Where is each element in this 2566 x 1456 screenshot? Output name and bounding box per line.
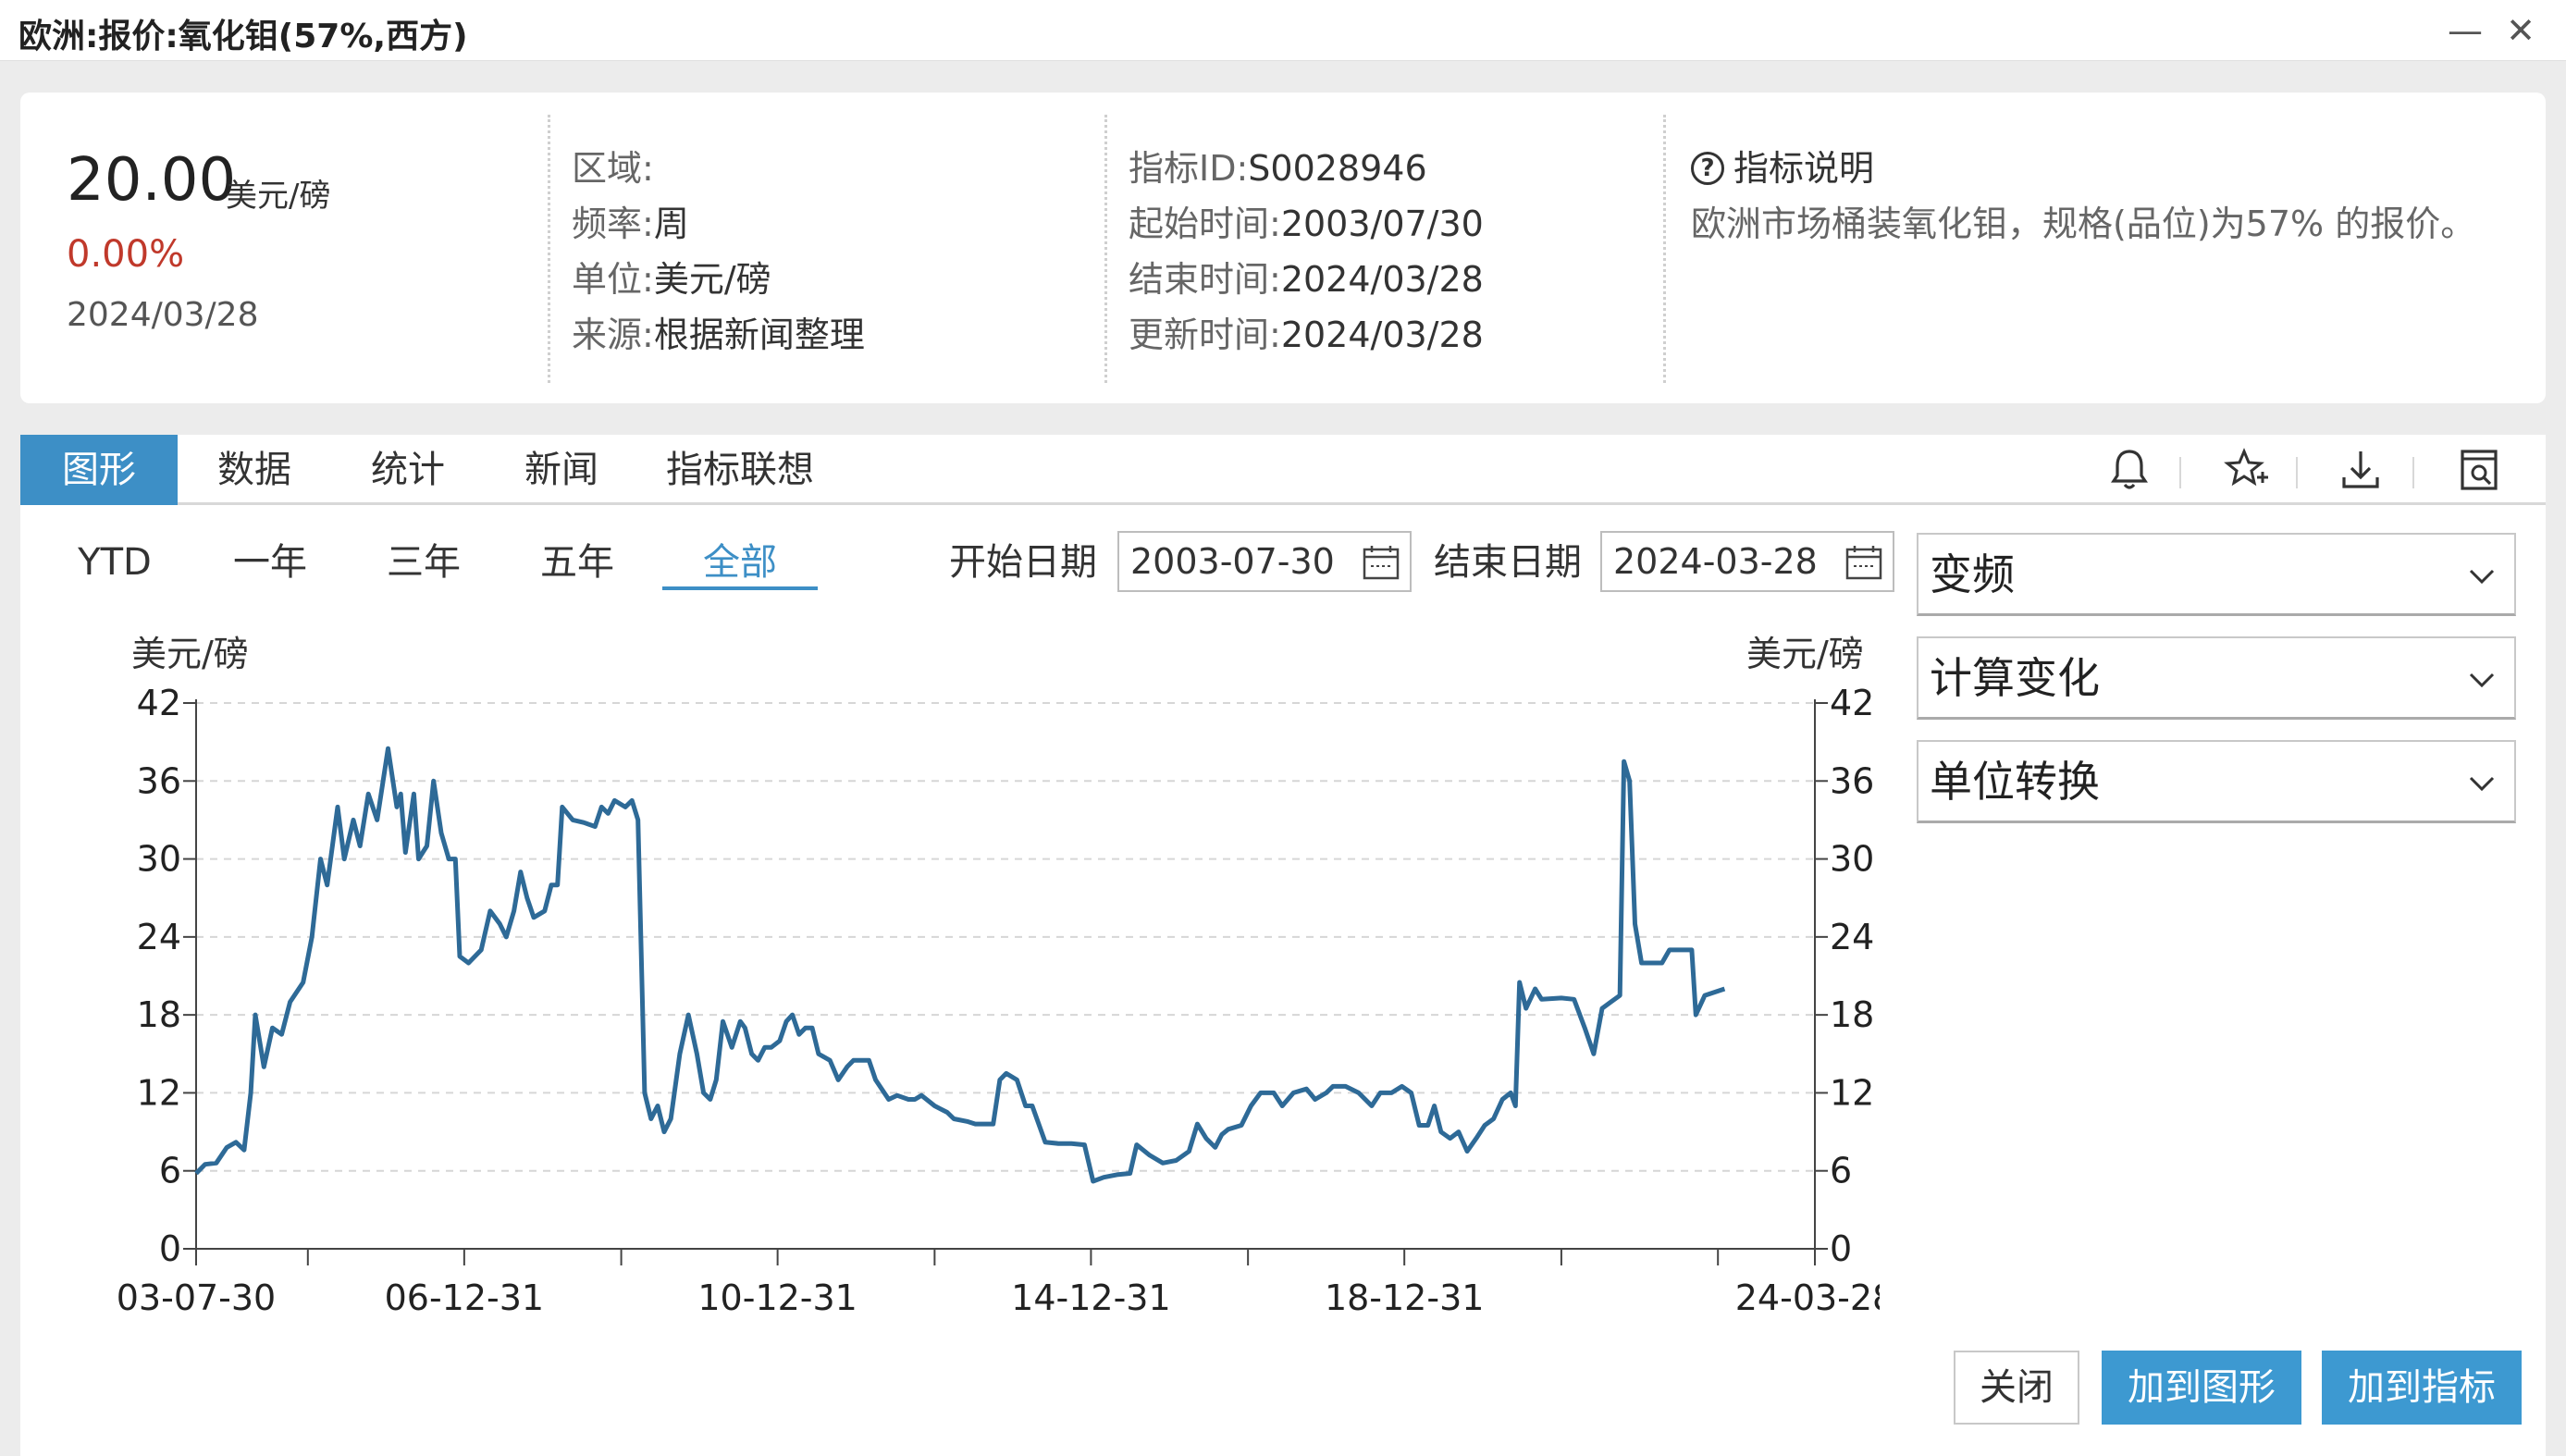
- range-3y[interactable]: 三年: [368, 535, 479, 590]
- tab-chart[interactable]: 图形: [20, 435, 178, 505]
- tab-data[interactable]: 数据: [178, 435, 331, 505]
- meta-end-time: 结束时间:2024/03/28: [1129, 259, 1484, 300]
- tab-related-indicators[interactable]: 指标联想: [638, 435, 842, 505]
- tab-bar: 图形 数据 统计 新闻 指标联想: [20, 435, 2546, 505]
- series-line: [194, 746, 1726, 1184]
- latest-price: 20.00: [67, 146, 237, 215]
- y-tick-label-right: 6: [1830, 1151, 1852, 1191]
- y-tick-label-left: 24: [137, 917, 181, 957]
- y-tick-label-left: 30: [137, 839, 181, 880]
- preview-icon[interactable]: [2453, 444, 2505, 496]
- chevron-down-icon: [2469, 569, 2495, 585]
- y-axis-label-left: 美元/磅: [131, 634, 249, 674]
- y-tick-label-right: 42: [1830, 683, 1874, 723]
- minimize-button[interactable]: —: [2442, 7, 2488, 54]
- x-tick-label: 03-07-30: [117, 1277, 276, 1318]
- y-tick-label-right: 36: [1830, 760, 1874, 801]
- x-tick-label: 18-12-31: [1325, 1277, 1484, 1318]
- line-chart: 0 0 6 6 12 12 18 18 24 24 30 30 36 36 42 42 美元/磅 美元/磅 03-0…: [117, 634, 1880, 1318]
- chevron-down-icon: [2469, 776, 2495, 792]
- divider: [1663, 115, 1666, 383]
- y-tick-label-left: 12: [137, 1072, 181, 1113]
- x-tick-label: 06-12-31: [385, 1277, 544, 1318]
- y-tick-label-left: 6: [159, 1151, 181, 1191]
- range-ytd[interactable]: YTD: [59, 535, 170, 590]
- unit-convert-dropdown[interactable]: 单位转换: [1917, 740, 2516, 823]
- meta-right: 指标ID:S0028946 起始时间:2003/07/30 结束时间:2024/…: [1129, 141, 1484, 363]
- y-tick-label-right: 0: [1830, 1228, 1852, 1269]
- frequency-dropdown[interactable]: 变频: [1917, 533, 2516, 616]
- y-tick-label-left: 42: [137, 683, 181, 723]
- end-date-label: 结束日期: [1434, 541, 1582, 584]
- divider: [1104, 115, 1107, 383]
- meta-left: 区域: 频率:周 单位:美元/磅 来源:根据新闻整理: [572, 141, 865, 363]
- add-to-indicator-button[interactable]: 加到指标: [2322, 1351, 2522, 1425]
- main-panel: 图形 数据 统计 新闻 指标联想 YTD 一年 三年 五年 全部 开始日期 20…: [20, 435, 2546, 1456]
- range-1y[interactable]: 一年: [215, 535, 326, 590]
- price-date: 2024/03/28: [67, 296, 259, 334]
- y-tick-label-right: 12: [1830, 1072, 1874, 1113]
- y-tick-label-left: 18: [137, 994, 181, 1035]
- help-description: 欧洲市场桶装氧化钼，规格(品位)为57% 的报价。: [1691, 204, 2476, 244]
- indicator-help: ? 指标说明 欧洲市场桶装氧化钼，规格(品位)为57% 的报价。: [1691, 141, 2475, 252]
- window-title: 欧洲:报价:氧化钼(57%,西方): [19, 18, 468, 56]
- help-circle-icon: ?: [1691, 152, 1724, 185]
- calc-change-dropdown[interactable]: 计算变化: [1917, 636, 2516, 720]
- price-unit: 美元/磅: [226, 178, 331, 215]
- start-date-label: 开始日期: [949, 541, 1097, 584]
- add-to-chart-button[interactable]: 加到图形: [2102, 1351, 2301, 1425]
- meta-frequency: 频率:周: [572, 204, 689, 244]
- close-window-button[interactable]: ✕: [2498, 7, 2544, 54]
- title-bar: 欧洲:报价:氧化钼(57%,西方) — ✕: [0, 0, 2566, 61]
- close-button[interactable]: 关闭: [1954, 1351, 2079, 1425]
- chevron-down-icon: [2469, 672, 2495, 688]
- range-all[interactable]: 全部: [662, 535, 818, 590]
- x-tick-label: 14-12-31: [1011, 1277, 1170, 1318]
- meta-region: 区域:: [572, 148, 654, 189]
- x-tick-label: 24-03-28: [1735, 1277, 1880, 1318]
- help-title-row[interactable]: ? 指标说明: [1691, 141, 2475, 196]
- calendar-icon[interactable]: [1362, 544, 1400, 581]
- bell-icon[interactable]: [2103, 444, 2155, 496]
- start-date-input[interactable]: 2003-07-30: [1117, 531, 1412, 592]
- indicator-info-card: 20.00 美元/磅 0.00% 2024/03/28 区域: 频率:周 单位:…: [20, 93, 2546, 403]
- meta-start-time: 起始时间:2003/07/30: [1129, 204, 1484, 244]
- price-change: 0.00%: [67, 233, 185, 276]
- y-tick-label-left: 0: [159, 1228, 181, 1269]
- divider: [548, 115, 550, 383]
- download-icon[interactable]: [2335, 444, 2387, 496]
- tab-statistics[interactable]: 统计: [331, 435, 485, 505]
- calendar-icon[interactable]: [1844, 544, 1883, 581]
- meta-source: 来源:根据新闻整理: [572, 315, 865, 355]
- y-tick-label-right: 18: [1830, 994, 1874, 1035]
- range-5y[interactable]: 五年: [522, 535, 633, 590]
- y-tick-label-left: 36: [137, 760, 181, 801]
- y-tick-label-right: 30: [1830, 839, 1874, 880]
- star-add-icon[interactable]: [2220, 444, 2272, 496]
- y-axis-label-right: 美元/磅: [1746, 634, 1864, 674]
- end-date-input[interactable]: 2024-03-28: [1600, 531, 1894, 592]
- meta-indicator-id: 指标ID:S0028946: [1129, 148, 1427, 189]
- y-tick-label-right: 24: [1830, 917, 1874, 957]
- x-tick-label: 10-12-31: [697, 1277, 857, 1318]
- meta-update-time: 更新时间:2024/03/28: [1129, 315, 1484, 355]
- help-title: 指标说明: [1733, 148, 1875, 189]
- meta-unit: 单位:美元/磅: [572, 259, 771, 300]
- tab-news[interactable]: 新闻: [485, 435, 638, 505]
